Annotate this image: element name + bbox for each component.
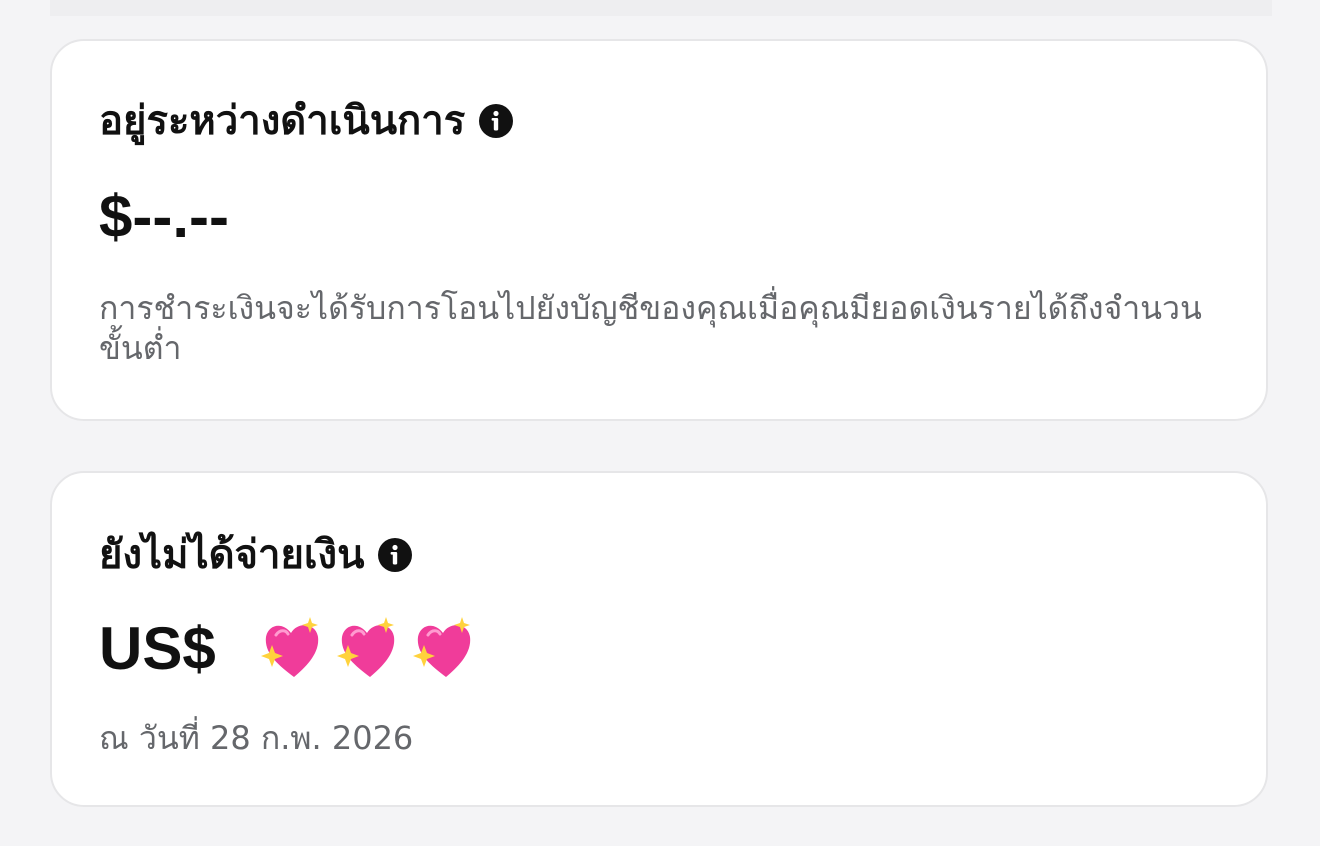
sparkling-heart-icon: [260, 617, 318, 677]
unpaid-date: ณ วันที่ 28 ก.พ. 2026: [99, 719, 414, 757]
info-circle-icon[interactable]: [479, 104, 514, 138]
previous-card-edge: [50, 0, 1272, 16]
pending-title-row: อยู่ระหว่างดำเนินการ: [99, 97, 514, 145]
unpaid-amount: US$: [99, 615, 216, 682]
sparkling-heart-icon: [412, 617, 470, 677]
info-circle-icon[interactable]: [378, 538, 413, 572]
unpaid-title: ยังไม่ได้จ่ายเงิน: [99, 532, 365, 578]
emoji-group: [258, 615, 478, 683]
pending-title: อยู่ระหว่างดำเนินการ: [99, 98, 466, 144]
pending-amount: $--.--: [99, 183, 229, 250]
pending-balance-card: อยู่ระหว่างดำเนินการ $--.-- การชำระเงินจ…: [50, 39, 1268, 421]
pending-description: การชำระเงินจะได้รับการโอนไปยังบัญชีของคุ…: [99, 289, 1202, 367]
unpaid-title-row: ยังไม่ได้จ่ายเงิน: [99, 531, 413, 579]
unpaid-amount-row: US$: [99, 614, 478, 684]
unpaid-balance-card: ยังไม่ได้จ่ายเงิน US$ ณ วันที่ 28 ก.พ. 2…: [50, 471, 1268, 807]
sparkling-heart-icon: [336, 617, 394, 677]
